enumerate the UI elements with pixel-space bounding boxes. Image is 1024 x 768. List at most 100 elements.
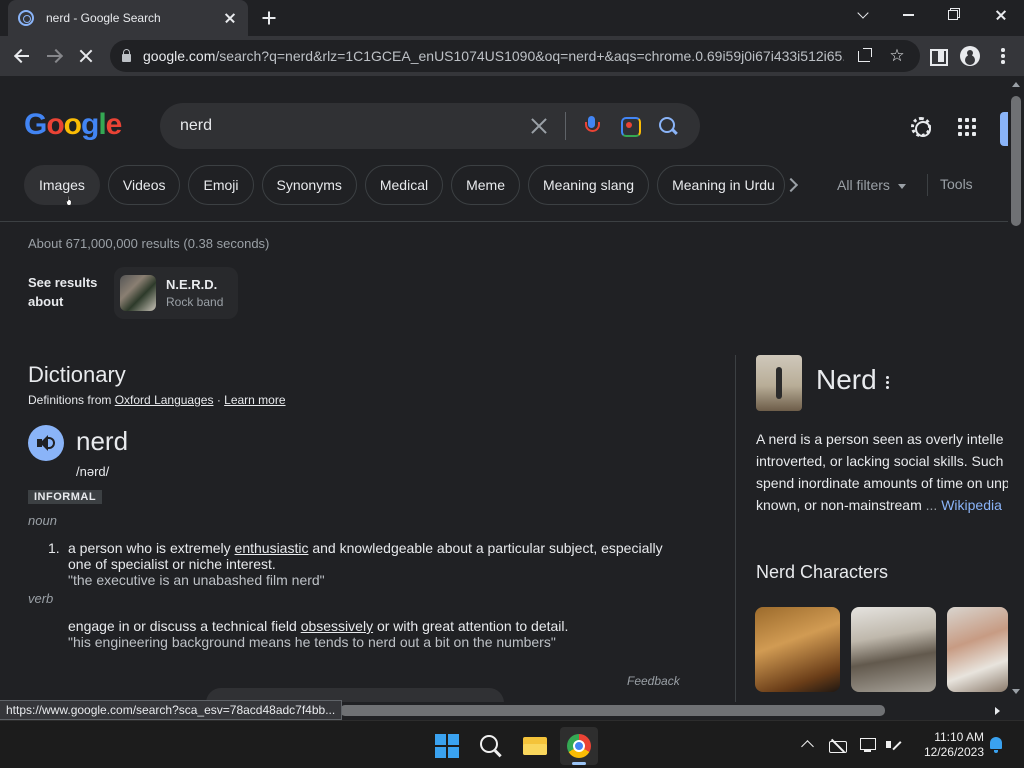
pronunciation-speaker-icon[interactable] [28,425,64,461]
windows-start-icon[interactable] [428,727,466,765]
tab-close-icon[interactable] [222,10,238,26]
search-results-page: Google Images Videos Emoji Synonyms Medi… [0,76,1008,702]
phonetic-spelling: /nərd/ [76,464,110,479]
vertical-scroll-thumb[interactable] [1011,96,1021,226]
wikipedia-link[interactable]: Wikipedia [941,497,1002,513]
enthusiastic-link[interactable]: enthusiastic [235,540,309,556]
side-panel-icon[interactable] [924,42,952,70]
profile-icon[interactable] [956,42,984,70]
part-of-speech-noun: noun [28,513,57,528]
display-icon[interactable] [858,735,878,755]
vertical-scrollbar[interactable] [1008,76,1024,702]
definition-text: or with great attention to detail. [373,618,569,634]
dictionary-heading: Dictionary [28,362,126,387]
search-input[interactable] [180,117,513,135]
chip-medical[interactable]: Medical [364,165,444,205]
description-line-last: known, or non-mainstream ... Wikipedia [756,494,1008,516]
share-icon[interactable] [854,45,876,67]
google-apps-grid-icon[interactable] [956,116,978,138]
active-app-indicator [572,762,586,765]
tools-button[interactable]: Tools [940,176,973,192]
clock-date: 12/26/2023 [923,745,984,759]
minimize-window-button[interactable] [889,0,929,30]
horizontal-scroll-thumb[interactable] [340,705,885,716]
chip-videos[interactable]: Videos [107,165,181,205]
separator-dot: · [216,393,221,407]
search-icon[interactable] [656,114,680,138]
description-line: spend inordinate amounts of time on unp [756,475,1008,491]
obsessively-link[interactable]: obsessively [301,618,373,634]
definition-text: engage in or discuss a technical field [68,618,301,634]
bookmark-star-icon[interactable]: ☆ [886,45,908,67]
taskbar-search-icon[interactable] [472,727,510,765]
clear-search-button[interactable] [527,114,551,138]
see-results-about-label: See results about [28,275,98,309]
lock-icon[interactable] [122,49,131,62]
description-text: known, or non-mainstream [756,497,926,513]
character-card[interactable] [851,607,936,692]
scroll-up-arrow-icon[interactable] [1012,82,1020,87]
more-options-icon[interactable] [886,376,890,390]
browser-tab-strip: nerd - Google Search [0,0,1024,36]
google-lens-icon[interactable] [618,114,642,138]
definitions-from-label: Definitions from [28,393,112,407]
character-card[interactable] [947,607,1008,692]
network-disconnected-icon[interactable] [828,735,848,755]
notification-bell-icon[interactable] [988,736,1004,754]
show-hidden-icons-chevron-icon[interactable] [798,735,818,755]
close-window-button[interactable] [980,0,1020,30]
entity-thumbnail [120,275,156,311]
url-host: google.com [143,48,216,64]
tab-search-chevron-icon[interactable] [845,0,885,30]
new-tab-button[interactable] [258,8,280,28]
oxford-languages-link[interactable]: Oxford Languages [115,393,214,407]
volume-muted-icon[interactable] [884,735,904,755]
stop-loading-button[interactable] [72,42,100,70]
sign-in-button[interactable] [1000,112,1008,146]
address-bar[interactable]: google.com/search?q=nerd&rlz=1C1GCEA_enU… [110,40,920,72]
logo-letter: e [105,108,123,141]
definitions-source-line: Definitions from Oxford Languages · Lear… [28,393,286,407]
file-explorer-icon[interactable] [516,727,554,765]
hand-pointer-cursor-icon [66,196,72,206]
knowledge-panel-divider [735,355,736,702]
browser-tab[interactable]: nerd - Google Search [8,0,248,36]
search-box-divider [565,112,566,140]
chip-meaning-slang[interactable]: Meaning slang [528,165,650,205]
forward-button[interactable] [40,42,68,70]
link-status-bubble: https://www.google.com/search?sca_esv=78… [0,700,343,720]
chrome-taskbar-icon[interactable] [560,727,598,765]
dictionary-word: nerd [76,426,129,456]
url-text[interactable]: google.com/search?q=nerd&rlz=1C1GCEA_enU… [143,48,844,64]
chip-emoji[interactable]: Emoji [188,165,254,205]
learn-more-link[interactable]: Learn more [224,393,285,407]
entity-chip-nerd-band[interactable]: N.E.R.D. Rock band [114,267,238,319]
chrome-menu-icon[interactable] [989,42,1017,70]
entity-type: Rock band [166,295,224,309]
knowledge-panel-description: A nerd is a person seen as overly intell… [756,428,1008,518]
back-button[interactable] [8,42,36,70]
chips-next-arrow-icon[interactable] [784,177,800,193]
part-of-speech-verb: verb [28,591,54,606]
taskbar-clock[interactable]: 11:10 AM 12/26/2023 [914,730,984,760]
all-filters-dropdown[interactable]: All filters [837,177,906,193]
scroll-down-arrow-icon[interactable] [1012,689,1020,694]
noun-example: "the executive is an unabashed film nerd… [68,572,325,588]
tab-title: nerd - Google Search [46,11,161,25]
google-logo[interactable]: Google [24,108,123,142]
scroll-right-arrow-icon[interactable] [995,707,1000,715]
restore-window-button[interactable] [934,0,974,30]
chip-meaning-in-urdu[interactable]: Meaning in Urdu [657,165,786,205]
noun-definition: a person who is extremely enthusiastic a… [68,540,678,572]
knowledge-panel-image[interactable] [756,355,802,411]
chip-synonyms[interactable]: Synonyms [261,165,357,205]
search-box [160,103,700,149]
voice-search-mic-icon[interactable] [580,114,604,138]
chip-meme[interactable]: Meme [451,165,521,205]
register-label: INFORMAL [28,490,103,504]
definition-text: a person who is extremely [68,540,235,556]
windows-taskbar: 11:10 AM 12/26/2023 [0,720,1024,768]
settings-gear-icon[interactable] [908,114,934,140]
feedback-link[interactable]: Feedback [627,674,680,688]
character-card[interactable] [755,607,840,692]
